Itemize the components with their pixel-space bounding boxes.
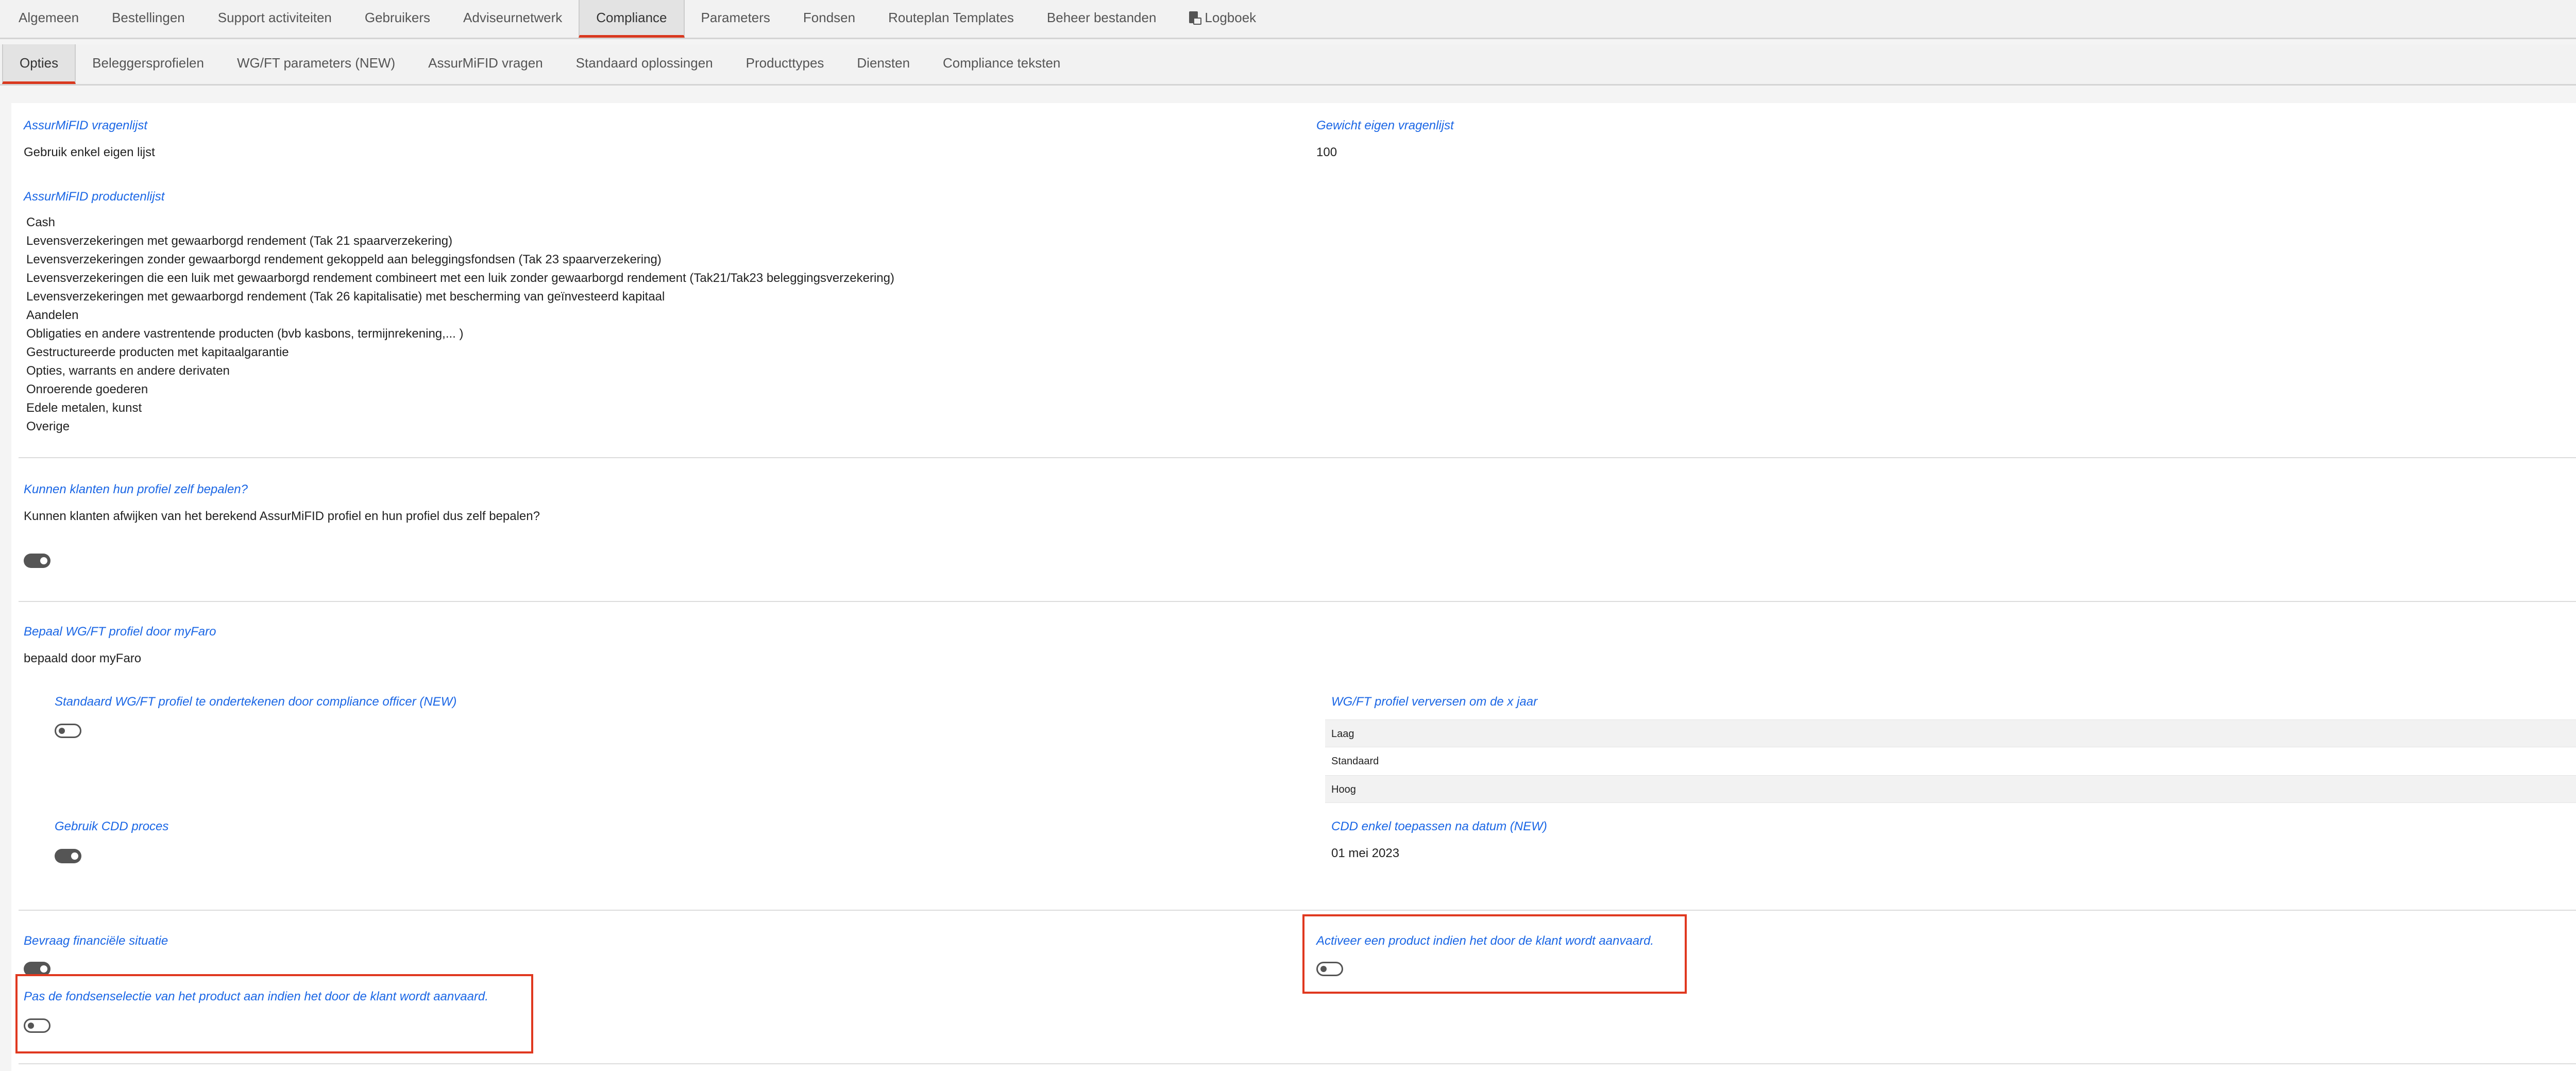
profiel-zelf-label: Kunnen klanten hun profiel zelf bepalen? <box>24 482 248 496</box>
productenlijst-label: AssurMiFID productenlijst <box>24 190 165 204</box>
subtab-wgft-parameters[interactable]: WG/FT parameters (NEW) <box>221 44 412 84</box>
file-lock-icon <box>1189 11 1202 25</box>
list-item: Gestructureerde producten met kapitaalga… <box>26 345 289 359</box>
subtab-assurmifid-vragen[interactable]: AssurMiFID vragen <box>412 44 560 84</box>
list-item: Opties, warrants en andere derivaten <box>26 364 230 378</box>
highlight-box <box>1302 914 1687 994</box>
options-panel: AssurMiFID vragenlijst Gebruik enkel eig… <box>11 103 2576 1071</box>
main-tab-bar: Algemeen Bestellingen Support activiteit… <box>0 0 2576 39</box>
highlight-box <box>15 974 533 1053</box>
divider <box>19 601 2576 602</box>
divider <box>19 1063 2576 1064</box>
subtab-opties[interactable]: Opties <box>2 44 76 84</box>
tab-fondsen[interactable]: Fondsen <box>787 0 872 38</box>
cdd-datum-label: CDD enkel toepassen na datum (NEW) <box>1331 819 1547 833</box>
gewicht-value: 100 <box>1316 145 1337 159</box>
profiel-zelf-text: Kunnen klanten afwijken van het berekend… <box>24 509 540 523</box>
financiele-label: Bevraag financiële situatie <box>24 934 168 948</box>
list-item: Levensverzekeringen met gewaarborgd rend… <box>26 234 453 248</box>
list-item: Onroerende goederen <box>26 382 148 396</box>
tab-adviseurnetwerk[interactable]: Adviseurnetwerk <box>447 0 579 38</box>
gewicht-label: Gewicht eigen vragenlijst <box>1316 119 1454 132</box>
tab-compliance[interactable]: Compliance <box>579 0 685 38</box>
subtab-compliance-teksten[interactable]: Compliance teksten <box>926 44 1077 84</box>
sub-tab-bar: Opties Beleggersprofielen WG/FT paramete… <box>0 44 2576 86</box>
tab-routeplan-templates[interactable]: Routeplan Templates <box>872 0 1030 38</box>
tab-parameters[interactable]: Parameters <box>685 0 787 38</box>
divider <box>19 910 2576 911</box>
verversen-option-hoog[interactable]: Hoog <box>1325 775 2576 803</box>
standaard-wgft-label: Standaard WG/FT profiel te ondertekenen … <box>55 695 457 709</box>
wgft-value: bepaald door myFaro <box>24 651 142 665</box>
list-item: Obligaties en andere vastrentende produc… <box>26 327 464 341</box>
subtab-producttypes[interactable]: Producttypes <box>730 44 841 84</box>
tab-logboek[interactable]: Logboek <box>1173 0 1273 38</box>
list-item: Cash <box>26 215 56 229</box>
tab-beheer-bestanden[interactable]: Beheer bestanden <box>1030 0 1173 38</box>
product-list: Cash Levensverzekeringen met gewaarborgd… <box>26 213 894 436</box>
list-item: Levensverzekeringen met gewaarborgd rend… <box>26 290 665 304</box>
verversen-option-laag[interactable]: Laag <box>1325 719 2576 747</box>
subtab-beleggersprofielen[interactable]: Beleggersprofielen <box>76 44 221 84</box>
profiel-zelf-toggle[interactable] <box>24 554 50 568</box>
standaard-wgft-toggle[interactable] <box>55 724 81 738</box>
cdd-label: Gebruik CDD proces <box>55 819 169 833</box>
vragenlijst-label: AssurMiFID vragenlijst <box>24 119 148 132</box>
subtab-diensten[interactable]: Diensten <box>840 44 926 84</box>
tab-logboek-label: Logboek <box>1205 9 1257 25</box>
tab-bestellingen[interactable]: Bestellingen <box>95 0 201 38</box>
verversen-option-standaard[interactable]: Standaard <box>1325 747 2576 775</box>
list-item: Aandelen <box>26 308 79 322</box>
list-item: Edele metalen, kunst <box>26 401 142 415</box>
list-item: Levensverzekeringen zonder gewaarborgd r… <box>26 253 662 266</box>
list-item: Overige <box>26 420 70 433</box>
list-item: Levensverzekeringen die een luik met gew… <box>26 271 894 285</box>
tab-support-activiteiten[interactable]: Support activiteiten <box>201 0 348 38</box>
wgft-label: Bepaal WG/FT profiel door myFaro <box>24 625 216 639</box>
vragenlijst-value: Gebruik enkel eigen lijst <box>24 145 155 159</box>
verversen-label: WG/FT profiel verversen om de x jaar <box>1331 695 1538 709</box>
cdd-datum-value: 01 mei 2023 <box>1331 846 1400 860</box>
subtab-standaard-oplossingen[interactable]: Standaard oplossingen <box>560 44 730 84</box>
tab-algemeen[interactable]: Algemeen <box>2 0 95 38</box>
divider <box>19 457 2576 458</box>
tab-gebruikers[interactable]: Gebruikers <box>348 0 447 38</box>
cdd-toggle[interactable] <box>55 849 81 863</box>
